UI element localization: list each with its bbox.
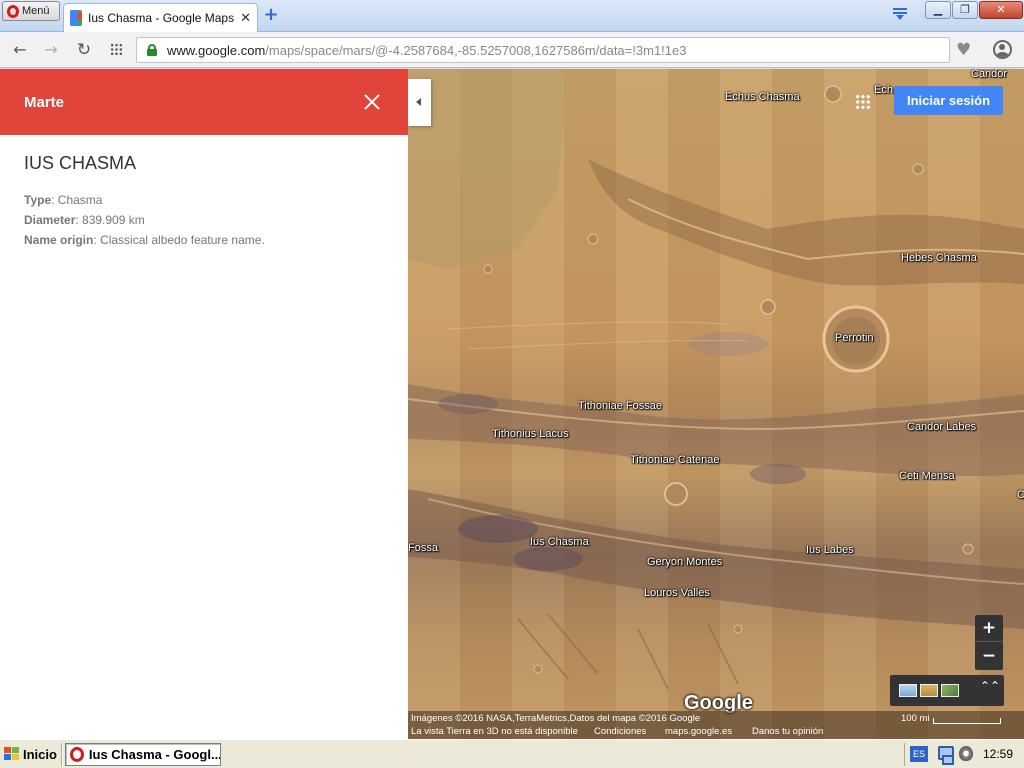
opera-menu-label: Menú bbox=[22, 5, 50, 17]
map-label-echus-chasma[interactable]: Echus Chasma bbox=[725, 91, 800, 103]
terms-link[interactable]: Condiciones bbox=[594, 726, 646, 737]
scale-label[interactable]: 100 mi bbox=[901, 713, 930, 724]
map-label-echus-partial[interactable]: Ech bbox=[874, 84, 893, 96]
property-label: Type bbox=[24, 193, 52, 207]
mars-satellite-map[interactable]: Iniciar sesión Candor Echus Chasma Ech H… bbox=[408, 69, 1024, 739]
tab-close-icon[interactable]: ✕ bbox=[240, 11, 251, 26]
expand-layers-icon[interactable]: ⌃⌃ bbox=[980, 680, 1000, 692]
map-label-ius-labes[interactable]: Ius Labes bbox=[806, 544, 854, 556]
security-center-icon[interactable] bbox=[959, 746, 973, 761]
back-arrow-icon[interactable]: ← bbox=[10, 40, 30, 60]
layer-earth-thumbnail[interactable] bbox=[941, 684, 959, 697]
map-label-hebes-chasma[interactable]: Hebes Chasma bbox=[901, 252, 977, 264]
window-maximize-button[interactable]: ❐ bbox=[952, 1, 978, 19]
panel-header: Marte bbox=[0, 69, 408, 135]
map-label-tithoniae-catenae[interactable]: Tithoniae Catenae bbox=[630, 454, 720, 466]
mars-terrain-imagery bbox=[408, 69, 1024, 690]
layer-sky-thumbnail[interactable] bbox=[899, 684, 917, 697]
clock: 12:59 bbox=[983, 747, 1014, 761]
google-maps-favicon-icon bbox=[70, 10, 83, 26]
layer-mars-thumbnail[interactable] bbox=[920, 684, 938, 697]
forward-arrow-icon[interactable]: → bbox=[41, 40, 61, 60]
zoom-controls: + − bbox=[975, 615, 1003, 670]
taskbar-separator bbox=[61, 743, 63, 766]
property-value: : 839.909 km bbox=[75, 213, 145, 227]
map-label-c-partial[interactable]: C bbox=[1017, 489, 1024, 501]
property-diameter: Diameter: 839.909 km bbox=[24, 210, 408, 230]
feature-name: IUS CHASMA bbox=[24, 153, 137, 173]
map-label-louros-valles[interactable]: Louros Valles bbox=[644, 587, 710, 599]
layers-switcher[interactable]: ⌃⌃ bbox=[890, 675, 1004, 706]
property-value: : Chasma bbox=[51, 193, 103, 207]
map-label-candor[interactable]: Candor bbox=[971, 69, 1007, 80]
network-icon[interactable] bbox=[938, 746, 954, 765]
map-label-perrotin[interactable]: Perrotin bbox=[835, 332, 874, 344]
secure-lock-icon bbox=[147, 44, 157, 56]
panel-title: Marte bbox=[24, 93, 65, 111]
new-tab-button[interactable]: + bbox=[262, 6, 280, 24]
opera-logo-icon bbox=[7, 4, 19, 18]
imagery-attribution: Imágenes ©2016 NASA,TerraMetrics,Datos d… bbox=[411, 713, 701, 724]
map-attribution-bar: Imágenes ©2016 NASA,TerraMetrics,Datos d… bbox=[408, 711, 1024, 739]
windows-flag-icon bbox=[4, 747, 20, 762]
url-path: /maps/space/mars/@-4.2587684,-85.5257008… bbox=[265, 42, 687, 58]
tab-title: Ius Chasma - Google Maps bbox=[88, 11, 235, 25]
feature-properties: Type: Chasma Diameter: 839.909 km Name o… bbox=[24, 190, 408, 250]
map-label-ceti-mensa[interactable]: Ceti Mensa bbox=[899, 470, 955, 482]
property-label: Name origin bbox=[24, 233, 94, 247]
url-field[interactable]: www.google.com/maps/space/mars/@-4.25876… bbox=[136, 37, 950, 63]
map-label-tithonius-lacus[interactable]: Tithonius Lacus bbox=[492, 428, 569, 440]
window-close-button[interactable]: ✕ bbox=[979, 1, 1023, 19]
opera-icon bbox=[70, 747, 84, 762]
system-tray: ES 12:59 bbox=[904, 743, 1022, 766]
map-label-geryon-montes[interactable]: Geryon Montes bbox=[647, 556, 722, 568]
property-value: : Classical albedo feature name. bbox=[93, 233, 265, 247]
browser-titlebar: Menú Ius Chasma - Google Maps ✕ + ▁ ❐ ✕ bbox=[0, 0, 1024, 32]
opera-menu-button[interactable]: Menú bbox=[2, 1, 60, 21]
collapse-panel-button[interactable] bbox=[408, 79, 431, 126]
taskbar-item-label: Ius Chasma - Googl... bbox=[88, 747, 220, 762]
start-button[interactable]: Inicio bbox=[2, 743, 59, 766]
maps-site-link[interactable]: maps.google.es bbox=[665, 726, 732, 737]
property-type: Type: Chasma bbox=[24, 190, 408, 210]
earth-3d-notice: La vista Tierra en 3D no está disponible bbox=[411, 726, 578, 737]
property-label: Diameter bbox=[24, 213, 76, 227]
window-minimize-button[interactable]: ▁ bbox=[925, 1, 951, 19]
property-name-origin: Name origin: Classical albedo feature na… bbox=[24, 230, 408, 250]
feedback-link[interactable]: Danos tu opinión bbox=[752, 726, 823, 737]
tab-ius-chasma[interactable]: Ius Chasma - Google Maps ✕ bbox=[63, 3, 258, 32]
zoom-in-button[interactable]: + bbox=[975, 615, 1003, 642]
panel-close-icon[interactable] bbox=[364, 94, 380, 110]
map-label-tithoniae-fossae[interactable]: Tithoniae Fossae bbox=[578, 400, 662, 412]
taskbar-item-opera[interactable]: Ius Chasma - Googl... bbox=[65, 743, 221, 766]
map-label-candor-labes[interactable]: Candor Labes bbox=[907, 421, 976, 433]
url-text: www.google.com/maps/space/mars/@-4.25876… bbox=[167, 43, 686, 58]
map-label-ius-chasma[interactable]: Ius Chasma bbox=[530, 536, 589, 548]
scale-bar bbox=[933, 718, 1001, 724]
url-host: www.google.com bbox=[167, 42, 266, 58]
map-label-fossa[interactable]: Fossa bbox=[408, 542, 438, 554]
google-apps-grid-icon[interactable] bbox=[855, 94, 871, 110]
zoom-out-button[interactable]: − bbox=[975, 643, 1003, 670]
sign-in-button[interactable]: Iniciar sesión bbox=[894, 86, 1003, 115]
address-toolbar: ← → ↻ www.google.com/maps/space/mars/@-4… bbox=[0, 32, 1024, 68]
bookmark-heart-icon[interactable]: ♥ bbox=[956, 41, 971, 59]
reload-icon[interactable]: ↻ bbox=[74, 40, 94, 60]
start-label: Inicio bbox=[23, 747, 57, 762]
feature-side-panel: Marte IUS CHASMA Type: Chasma Diameter: … bbox=[0, 69, 408, 739]
language-indicator[interactable]: ES bbox=[910, 746, 928, 762]
account-icon[interactable] bbox=[993, 40, 1012, 59]
windows-taskbar: Inicio Ius Chasma - Googl... ES 12:59 bbox=[0, 739, 1024, 768]
tab-menu-icon[interactable] bbox=[893, 8, 907, 20]
speed-dial-grid-icon[interactable] bbox=[110, 43, 123, 56]
